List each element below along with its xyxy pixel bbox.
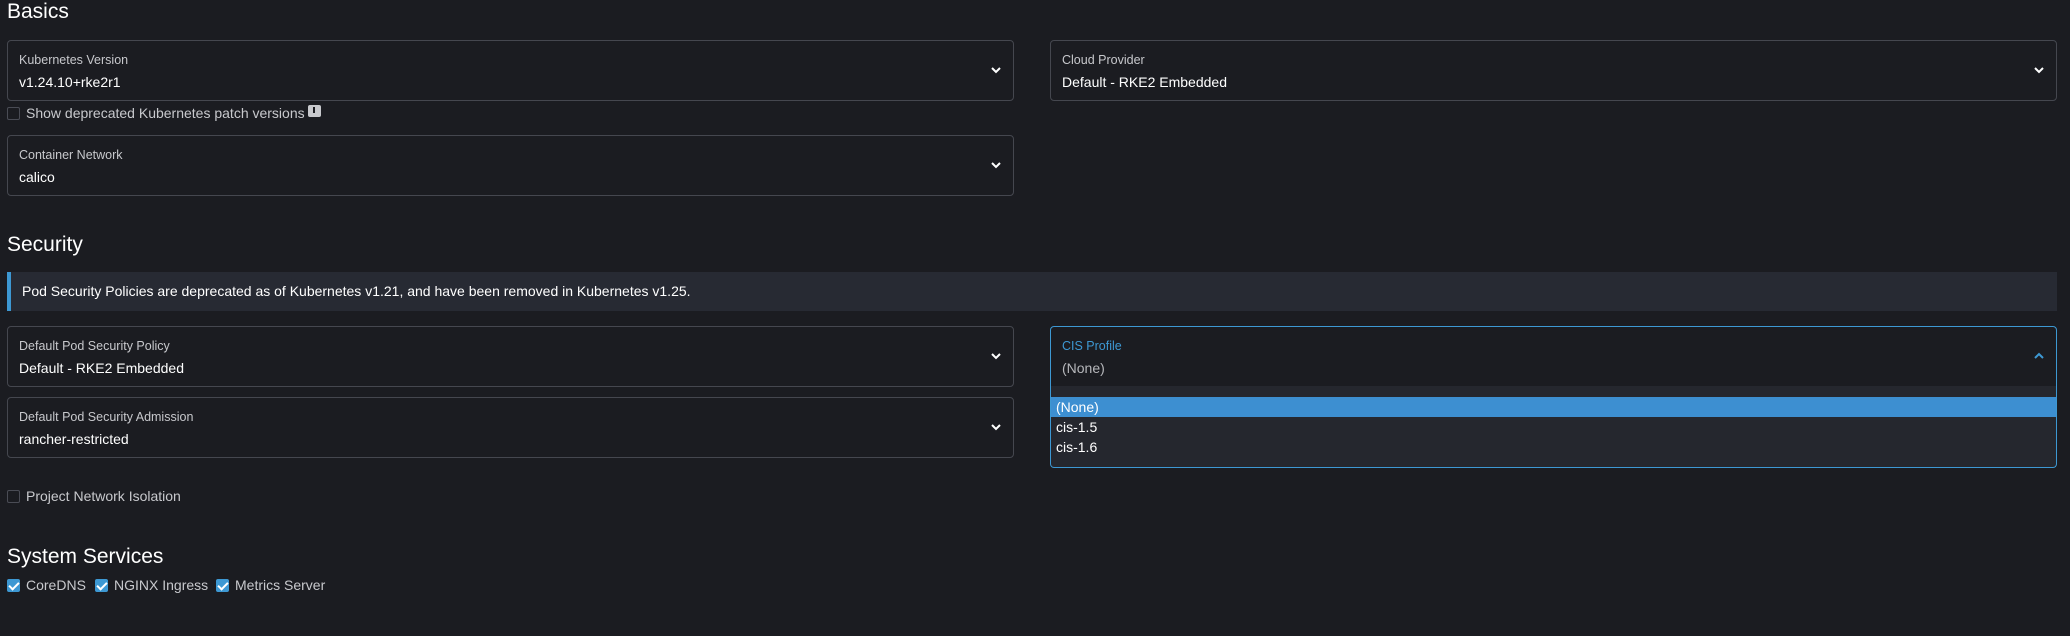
nginx-ingress-checkbox[interactable]	[95, 578, 108, 592]
system-services-section-title: System Services	[7, 545, 164, 568]
show-deprecated-checkbox-row[interactable]: Show deprecated Kubernetes patch version…	[7, 105, 321, 121]
default-psp-value: Default - RKE2 Embedded	[19, 360, 184, 376]
chevron-up-icon	[2034, 352, 2044, 359]
cis-profile-dropdown: (None) cis-1.5 cis-1.6	[1050, 386, 2057, 468]
default-psp-label: Default Pod Security Policy	[19, 339, 170, 353]
chevron-down-icon	[991, 162, 1001, 169]
cluster-config-page: Basics Kubernetes Version v1.24.10+rke2r…	[0, 0, 2070, 636]
metrics-server-row[interactable]: Metrics Server	[216, 577, 325, 593]
kubernetes-version-select[interactable]: Kubernetes Version v1.24.10+rke2r1	[7, 40, 1014, 101]
nginx-ingress-row[interactable]: NGINX Ingress	[95, 577, 208, 593]
cis-option-1-6[interactable]: cis-1.6	[1051, 437, 2056, 457]
container-network-value: calico	[19, 169, 55, 185]
info-icon[interactable]	[307, 105, 321, 117]
coredns-label: CoreDNS	[26, 577, 86, 593]
coredns-checkbox[interactable]	[7, 578, 20, 592]
project-network-isolation-label: Project Network Isolation	[26, 488, 181, 504]
default-psa-value: rancher-restricted	[19, 431, 129, 447]
basics-section-title: Basics	[7, 0, 69, 23]
cloud-provider-label: Cloud Provider	[1062, 53, 1145, 67]
nginx-ingress-label: NGINX Ingress	[114, 577, 209, 593]
default-psa-select[interactable]: Default Pod Security Admission rancher-r…	[7, 397, 1014, 458]
metrics-server-checkbox[interactable]	[216, 578, 229, 592]
project-network-isolation-checkbox[interactable]	[7, 489, 20, 503]
chevron-down-icon	[991, 353, 1001, 360]
show-deprecated-label: Show deprecated Kubernetes patch version…	[26, 105, 305, 121]
cis-option-none[interactable]: (None)	[1051, 397, 2056, 417]
cis-profile-value: (None)	[1062, 360, 1105, 376]
cis-profile-select[interactable]: CIS Profile (None)	[1050, 326, 2057, 387]
metrics-server-label: Metrics Server	[235, 577, 326, 593]
psp-deprecation-banner: Pod Security Policies are deprecated as …	[7, 272, 2057, 311]
default-psp-select[interactable]: Default Pod Security Policy Default - RK…	[7, 326, 1014, 387]
kubernetes-version-value: v1.24.10+rke2r1	[19, 74, 121, 90]
container-network-label: Container Network	[19, 148, 123, 162]
coredns-row[interactable]: CoreDNS	[7, 577, 86, 593]
cis-option-1-5[interactable]: cis-1.5	[1051, 417, 2056, 437]
show-deprecated-checkbox[interactable]	[7, 106, 20, 120]
kubernetes-version-label: Kubernetes Version	[19, 53, 129, 67]
chevron-down-icon	[2034, 67, 2044, 74]
chevron-down-icon	[991, 67, 1001, 74]
cloud-provider-value: Default - RKE2 Embedded	[1062, 74, 1227, 90]
container-network-select[interactable]: Container Network calico	[7, 135, 1014, 196]
cloud-provider-select[interactable]: Cloud Provider Default - RKE2 Embedded	[1050, 40, 2057, 101]
cis-profile-label: CIS Profile	[1062, 339, 1122, 353]
default-psa-label: Default Pod Security Admission	[19, 410, 194, 424]
chevron-down-icon	[991, 424, 1001, 431]
project-network-isolation-row[interactable]: Project Network Isolation	[7, 488, 181, 504]
security-section-title: Security	[7, 233, 83, 256]
